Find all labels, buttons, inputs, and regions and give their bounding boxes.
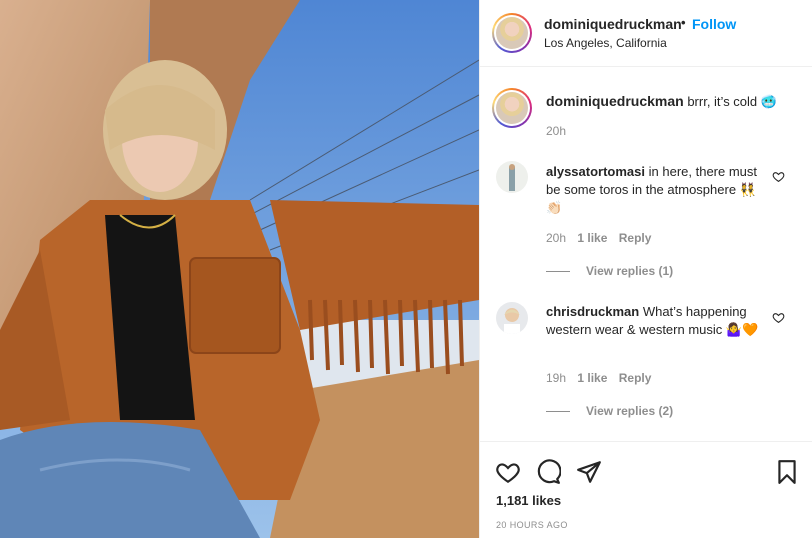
caption: dominiquedruckman brrr, it’s cold 🥶 (546, 92, 796, 111)
bookmark-icon[interactable] (774, 459, 800, 485)
view-replies-button[interactable]: View replies (1) (546, 264, 673, 278)
commenter-avatar[interactable] (496, 302, 528, 334)
post-panel: dominiquedruckman • Follow Los Angeles, … (479, 0, 812, 538)
follow-separator: • (681, 15, 686, 30)
photo-image (0, 0, 479, 538)
comment-time: 19h (546, 371, 567, 385)
comment-likes[interactable]: 1 like (577, 231, 607, 245)
comments-list[interactable]: dominiquedruckman brrr, it’s cold 🥶 20h … (480, 68, 812, 441)
view-replies-label: View replies (2) (586, 404, 674, 418)
post-header: dominiquedruckman • Follow Los Angeles, … (480, 0, 812, 67)
likes-count[interactable]: 1,181 likes (496, 493, 561, 508)
reply-button[interactable]: Reply (619, 231, 652, 245)
author-avatar[interactable] (492, 13, 532, 53)
post-location[interactable]: Los Angeles, California (544, 36, 667, 50)
comment-author[interactable]: alyssatortomasi (546, 164, 645, 179)
comment-text-block: alyssatortomasi in here, there must be s… (546, 163, 768, 217)
comment-meta: 19h 1 like Reply (546, 371, 659, 385)
follow-button[interactable]: Follow (692, 16, 736, 32)
replies-line (546, 271, 570, 273)
comment-like-heart-icon[interactable] (772, 311, 785, 324)
caption-timestamp: 20h (546, 124, 567, 138)
caption-text: brrr, it’s cold 🥶 (687, 94, 777, 109)
caption-time: 20h (546, 124, 574, 138)
caption-author[interactable]: dominiquedruckman (546, 93, 684, 109)
comment-like-heart-icon[interactable] (772, 170, 785, 183)
post-photo[interactable] (0, 0, 479, 538)
comment-likes[interactable]: 1 like (577, 371, 607, 385)
reply-button[interactable]: Reply (619, 371, 652, 385)
comment-text-block: chrisdruckman What’s happening western w… (546, 303, 768, 339)
post-timestamp[interactable]: 20 HOURS AGO (496, 520, 568, 530)
caption-avatar[interactable] (492, 88, 532, 128)
heart-icon[interactable] (495, 459, 521, 485)
author-username[interactable]: dominiquedruckman (544, 16, 682, 32)
comment-time: 20h (546, 231, 567, 245)
post-actions: 1,181 likes 20 HOURS AGO (480, 441, 812, 538)
view-replies-label: View replies (1) (586, 264, 674, 278)
comment-meta: 20h 1 like Reply (546, 231, 659, 245)
comment-author[interactable]: chrisdruckman (546, 304, 639, 319)
comment-icon[interactable] (535, 459, 561, 485)
view-replies-button[interactable]: View replies (2) (546, 404, 673, 418)
share-icon[interactable] (576, 459, 602, 485)
replies-line (546, 411, 570, 413)
commenter-avatar[interactable] (496, 161, 528, 193)
